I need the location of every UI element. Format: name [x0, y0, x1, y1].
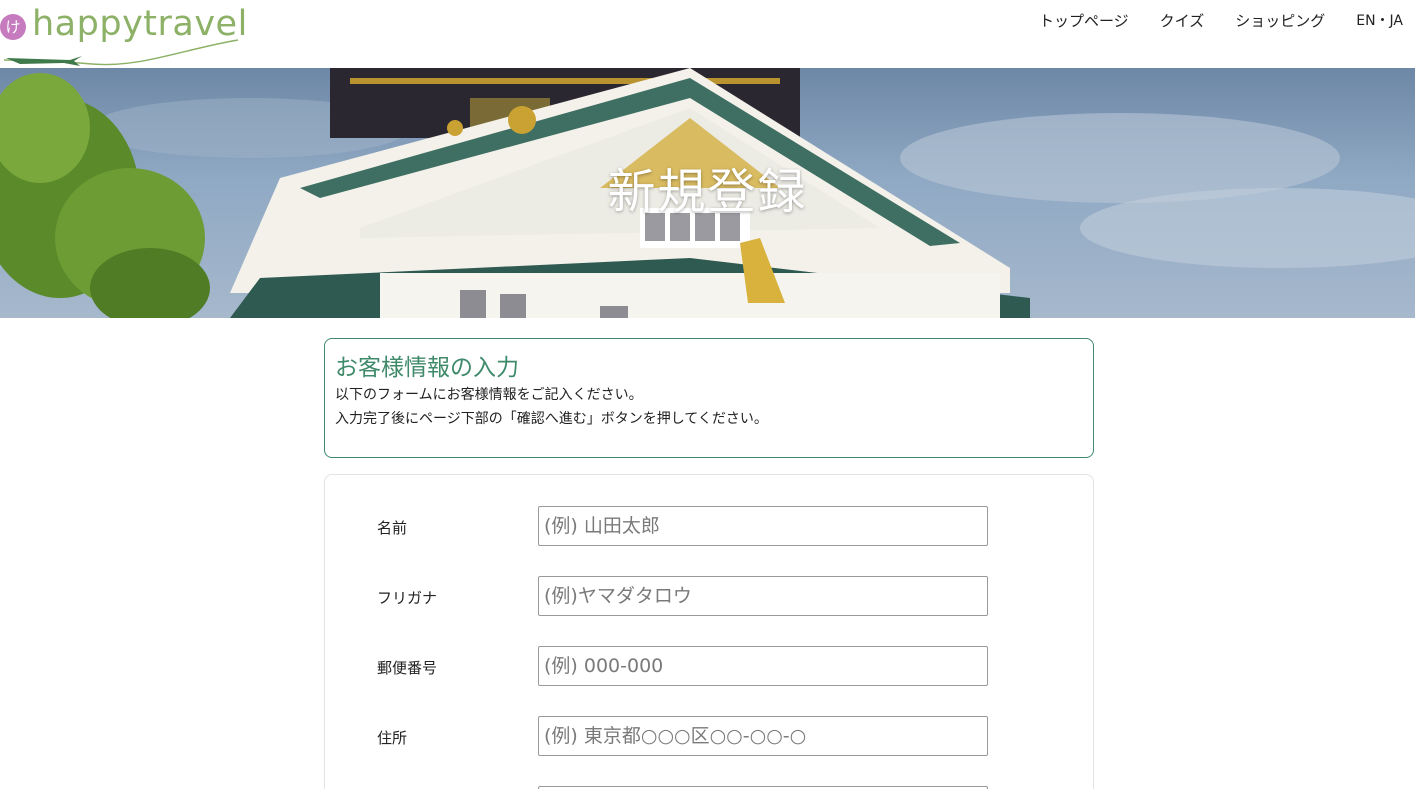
page-title: 新規登録: [607, 164, 808, 220]
form-row-furigana: フリガナ: [377, 576, 997, 616]
nav-quiz[interactable]: クイズ: [1160, 10, 1205, 31]
registration-form: 名前 フリガナ 郵便番号 住所: [324, 474, 1094, 789]
language-switch[interactable]: EN・JA: [1356, 10, 1403, 31]
hero-banner: 新規登録: [0, 68, 1415, 318]
nav-top-page[interactable]: トップページ: [1039, 10, 1129, 31]
intro-line-2: 入力完了後にページ下部の「確認へ進む」ボタンを押してください。: [335, 411, 768, 427]
furigana-input[interactable]: [538, 576, 988, 616]
address-input[interactable]: [538, 716, 988, 756]
postal-code-input[interactable]: [538, 646, 988, 686]
site-logo[interactable]: け happytravel: [0, 4, 247, 68]
intro-line-1: 以下のフォームにお客様情報をご記入ください。: [335, 387, 643, 403]
site-header: け happytravel トップページ クイズ ショッピング EN・JA: [0, 0, 1421, 68]
postal-code-label: 郵便番号: [377, 659, 438, 677]
form-row-address: 住所: [377, 716, 997, 756]
name-label: 名前: [377, 519, 408, 537]
furigana-label: フリガナ: [377, 589, 438, 607]
customer-info-intro: お客様情報の入力 以下のフォームにお客様情報をご記入ください。 入力完了後にペー…: [324, 338, 1094, 458]
nav-shopping[interactable]: ショッピング: [1235, 10, 1325, 31]
main-nav: トップページ クイズ ショッピング EN・JA: [1008, 10, 1403, 31]
airplane-swoosh-icon: [3, 39, 239, 66]
intro-title: お客様情報の入力: [335, 355, 519, 381]
address-label: 住所: [377, 729, 408, 747]
form-row-name: 名前: [377, 506, 997, 546]
name-input[interactable]: [538, 506, 988, 546]
form-row-postal-code: 郵便番号: [377, 646, 997, 686]
